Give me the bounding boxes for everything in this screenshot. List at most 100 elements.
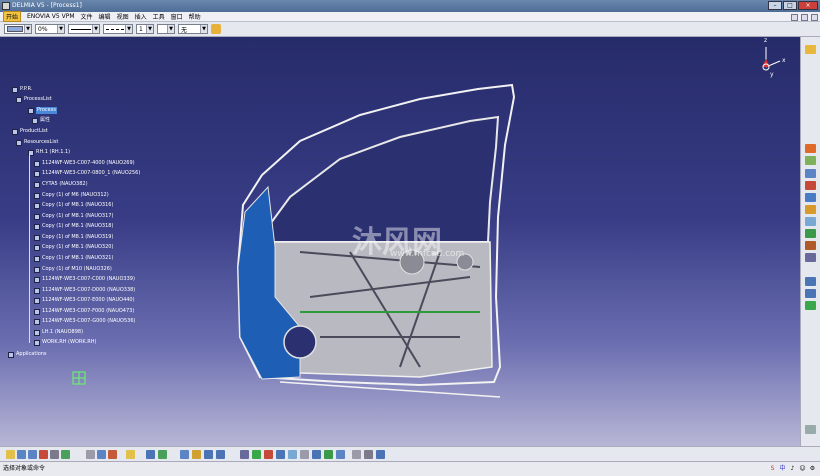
- tool-icon[interactable]: [805, 217, 816, 226]
- layer-combo[interactable]: 无 ▼: [178, 24, 208, 34]
- tree-node[interactable]: 1124WF-WE3-C007-E000 (NAUO440): [34, 297, 135, 304]
- toolbar-button-icon[interactable]: [352, 450, 361, 459]
- menu-view[interactable]: 视图: [117, 12, 129, 21]
- tree-node[interactable]: ResourcesList: [16, 139, 58, 146]
- tree-node-label: 1124WF-WE3-C007-E000 (NAUO440): [42, 297, 135, 303]
- line-type-combo[interactable]: ▼: [68, 24, 100, 34]
- toolbar-button-icon[interactable]: [300, 450, 309, 459]
- toolbar-button-icon[interactable]: [6, 450, 15, 459]
- tree-node[interactable]: ProductList: [12, 128, 48, 135]
- tool-icon[interactable]: [805, 229, 816, 238]
- tree-node[interactable]: Copy (1) of M8.1 (NAUO318): [34, 223, 113, 230]
- tree-node[interactable]: Applications: [8, 351, 47, 358]
- toolbar-button-icon[interactable]: [364, 450, 373, 459]
- line-style-combo[interactable]: ▼: [103, 24, 133, 34]
- toolbar-button-icon[interactable]: [324, 450, 333, 459]
- tree-node[interactable]: Copy (1) of M8.1 (NAUO319): [34, 234, 113, 241]
- toolbar-button-icon[interactable]: [252, 450, 261, 459]
- tool-icon[interactable]: [805, 144, 816, 153]
- menu-file[interactable]: 文件: [81, 12, 93, 21]
- toolbar-button-icon[interactable]: [158, 450, 167, 459]
- toolbar-button-icon[interactable]: [28, 450, 37, 459]
- toolbar-button-icon[interactable]: [336, 450, 345, 459]
- tree-node[interactable]: RH.1 (RH.1.1): [28, 149, 70, 156]
- menu-window[interactable]: 窗口: [171, 12, 183, 21]
- toolbar-button-icon[interactable]: [39, 450, 48, 459]
- tray-item[interactable]: 中: [779, 465, 786, 473]
- tool-icon[interactable]: [805, 193, 816, 202]
- toolbar-button-icon[interactable]: [108, 450, 117, 459]
- tool-icon[interactable]: [805, 277, 816, 286]
- tree-node[interactable]: CYTA5 (NAUO382): [34, 181, 88, 188]
- tool-icon[interactable]: [805, 169, 816, 178]
- tool-icon[interactable]: [805, 241, 816, 250]
- tree-node[interactable]: Copy (1) of M8.1 (NAUO320): [34, 244, 113, 251]
- menu-tools[interactable]: 工具: [153, 12, 165, 21]
- toolbar-button-icon[interactable]: [126, 450, 135, 459]
- tree-node[interactable]: 1124WF-WE3-C007-C000 (NAUO339): [34, 276, 135, 283]
- point-style-combo[interactable]: ▼: [157, 24, 175, 34]
- tool-icon[interactable]: [805, 181, 816, 190]
- tool-icon[interactable]: [805, 156, 816, 165]
- workbench-icon[interactable]: [805, 45, 816, 54]
- tool-icon[interactable]: [805, 253, 816, 262]
- tree-node[interactable]: Process: [28, 107, 57, 114]
- line-weight-combo[interactable]: 1 ▼: [136, 24, 154, 34]
- minimize-button[interactable]: –: [768, 1, 782, 10]
- toolbar-button-icon[interactable]: [240, 450, 249, 459]
- doc-close-button[interactable]: [811, 13, 818, 21]
- tree-node[interactable]: WORK.RH (WORK.RH): [34, 339, 96, 346]
- tree-node[interactable]: Copy (1) of M10 (NAUO326): [34, 266, 112, 273]
- tray-item[interactable]: ♪: [789, 465, 796, 473]
- tree-node[interactable]: Copy (1) of M8.1 (NAUO317): [34, 213, 113, 220]
- toolbar-button-icon[interactable]: [376, 450, 385, 459]
- check-icon[interactable]: [805, 301, 816, 310]
- toolbar-button-icon[interactable]: [86, 450, 95, 459]
- tree-node[interactable]: ProcessList: [16, 96, 52, 103]
- menu-insert[interactable]: 插入: [135, 12, 147, 21]
- doc-restore-button[interactable]: [801, 13, 808, 21]
- transparency-combo[interactable]: 0% ▼: [35, 24, 65, 34]
- 3d-viewport[interactable]: 沐风网 www.mfcad.com P.P.R. ProcessList Proce…: [0, 37, 800, 446]
- toolbar-button-icon[interactable]: [61, 450, 70, 459]
- toolbar-button-icon[interactable]: [204, 450, 213, 459]
- toolbar-button-icon[interactable]: [180, 450, 189, 459]
- format-painter-icon[interactable]: [211, 24, 221, 34]
- tree-node[interactable]: Copy (1) of M8.1 (NAUO316): [34, 202, 113, 209]
- toolbar-button-icon[interactable]: [264, 450, 273, 459]
- tray-item[interactable]: S: [769, 465, 776, 473]
- tree-node[interactable]: P.P.R.: [12, 86, 33, 93]
- menu-edit[interactable]: 编辑: [99, 12, 111, 21]
- toolbar-button-icon[interactable]: [216, 450, 225, 459]
- tree-node[interactable]: 1124WF-WE3-C007-0800_1 (NAUO256): [34, 170, 140, 177]
- menu-help[interactable]: 帮助: [189, 12, 201, 21]
- tree-node[interactable]: 属性: [32, 117, 50, 124]
- tree-node[interactable]: 1124WF-WE3-C007-4000 (NAUO269): [34, 160, 135, 167]
- toolbar-button-icon[interactable]: [17, 450, 26, 459]
- menu-start[interactable]: 开始: [3, 11, 22, 22]
- tray-item[interactable]: ⚙: [809, 465, 816, 473]
- doc-minimize-button[interactable]: [791, 13, 798, 21]
- tree-node[interactable]: Copy (1) of M8.1 (NAUO321): [34, 255, 113, 262]
- tree-node[interactable]: 1124WF-WE3-C007-G000 (NAUO536): [34, 318, 135, 325]
- compass-widget[interactable]: z x y: [752, 37, 792, 82]
- tray-item[interactable]: ☺: [799, 465, 806, 473]
- toolbar-button-icon[interactable]: [97, 450, 106, 459]
- tree-node[interactable]: 1124WF-WE3-C007-D000 (NAUO338): [34, 287, 135, 294]
- close-button[interactable]: ×: [798, 1, 818, 10]
- menu-enovia[interactable]: ENOVIA V5 VPM: [27, 13, 75, 20]
- toolbar-button-icon[interactable]: [50, 450, 59, 459]
- maximize-button[interactable]: □: [783, 1, 797, 10]
- fill-color-combo[interactable]: ▼: [4, 24, 32, 34]
- toolbar-button-icon[interactable]: [276, 450, 285, 459]
- toolbar-button-icon[interactable]: [146, 450, 155, 459]
- tree-node[interactable]: 1124WF-WE3-C007-F000 (NAUO473): [34, 308, 134, 315]
- tool-icon[interactable]: [805, 289, 816, 298]
- toolbar-button-icon[interactable]: [288, 450, 297, 459]
- tool-icon[interactable]: [805, 205, 816, 214]
- tree-node[interactable]: LH.1 (NAUO898): [34, 329, 83, 336]
- scroll-icon[interactable]: [805, 425, 816, 434]
- toolbar-button-icon[interactable]: [312, 450, 321, 459]
- toolbar-button-icon[interactable]: [192, 450, 201, 459]
- tree-node[interactable]: Copy (1) of M6 (NAUO312): [34, 192, 109, 199]
